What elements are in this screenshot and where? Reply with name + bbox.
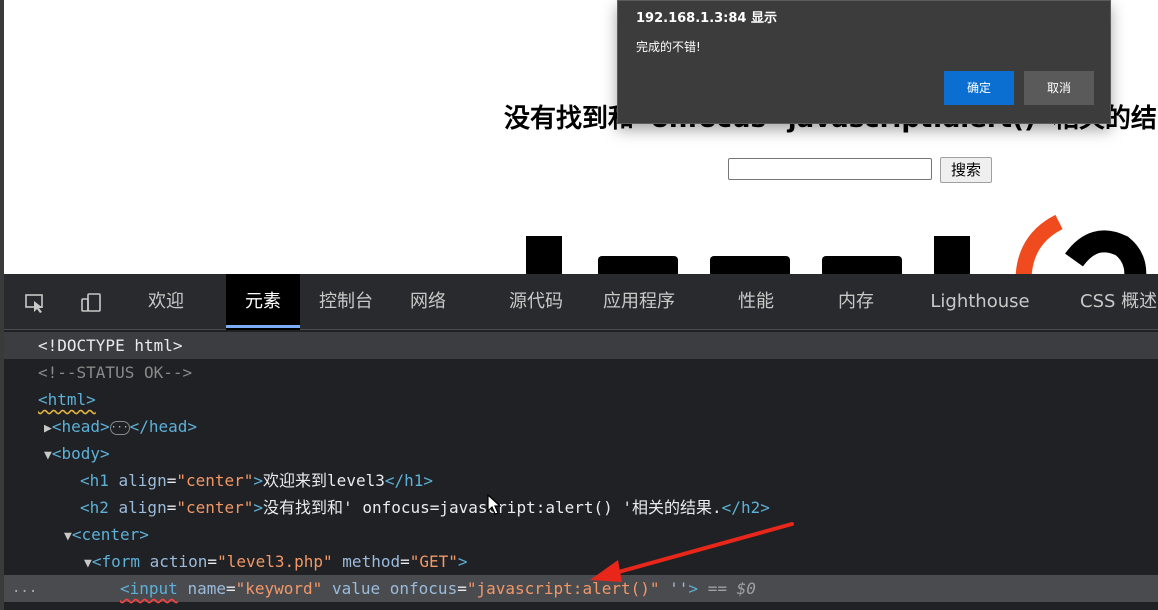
dom-node-next-partial [4, 602, 1158, 610]
dom-node-h1[interactable]: <h1 align="center">欢迎来到level3</h1> [4, 467, 1158, 494]
form-attr-method: method [342, 552, 401, 571]
form-attr-action: action [149, 552, 208, 571]
tab-network[interactable]: 网络 [398, 274, 458, 330]
alert-ok-button[interactable]: 确定 [944, 71, 1014, 105]
head-open-tag: <head> [51, 417, 110, 436]
h1-open: <h1 [80, 471, 119, 490]
h1-close: </h1> [384, 471, 434, 490]
alert-dialog: 192.168.1.3:84 显示 完成的不错! 确定 取消 [617, 0, 1111, 124]
collapsed-ellipsis-icon[interactable]: ··· [109, 420, 130, 435]
h1-attr-name: align [118, 471, 167, 490]
h2-attr-value: "center" [176, 498, 254, 517]
h1-text: 欢迎来到level3 [263, 471, 385, 490]
comment-text: <!--STATUS OK--> [38, 363, 193, 382]
head-close-tag: </head> [129, 417, 198, 436]
dom-node-html[interactable]: <html> [4, 386, 1158, 413]
input-attr-value: value [331, 579, 381, 598]
alert-title: 192.168.1.3:84 显示 [636, 11, 777, 26]
tab-css-overview[interactable]: CSS 概述 [1080, 274, 1158, 330]
h2-bracket: > [253, 498, 264, 517]
form-bracket: > [457, 552, 468, 571]
tab-lighthouse[interactable]: Lighthouse [924, 274, 1036, 330]
search-input[interactable] [728, 158, 932, 180]
doctype-text: <!DOCTYPE html> [38, 336, 183, 355]
form-method-value: "GET" [409, 552, 458, 571]
dom-node-comment[interactable]: <!--STATUS OK--> [4, 359, 1158, 386]
tab-console[interactable]: 控制台 [308, 274, 384, 330]
collapse-triangle-icon[interactable]: ▼ [4, 448, 52, 463]
device-toolbar-icon[interactable] [80, 292, 102, 314]
alert-message: 完成的不错! [636, 40, 701, 54]
h2-close: </h2> [721, 498, 770, 517]
tab-application[interactable]: 应用程序 [590, 274, 688, 330]
dom-node-head[interactable]: ▶<head>···</head> [4, 413, 1158, 440]
form-action-value: "level3.php" [217, 552, 333, 571]
body-tag: <body> [51, 444, 110, 463]
tab-welcome[interactable]: 欢迎 [130, 274, 202, 330]
h1-bracket: > [253, 471, 264, 490]
dom-node-doctype[interactable]: <!DOCTYPE html> [4, 332, 1158, 359]
input-attr-name: name [187, 579, 226, 598]
annotation-arrow-icon [590, 522, 794, 582]
collapse-triangle-icon[interactable]: ▼ [4, 556, 92, 571]
collapse-triangle-icon[interactable]: ▼ [4, 529, 72, 544]
tab-performance[interactable]: 性能 [726, 274, 786, 330]
alert-cancel-button[interactable]: 取消 [1024, 71, 1094, 105]
h1-attr-value: "center" [176, 471, 254, 490]
mouse-cursor-icon [487, 494, 502, 515]
level-logo-image [526, 214, 1147, 274]
search-button[interactable]: 搜索 [940, 157, 992, 183]
tab-memory[interactable]: 内存 [826, 274, 886, 330]
expand-triangle-icon[interactable]: ▶ [4, 421, 52, 436]
tab-elements[interactable]: 元素 [226, 274, 300, 330]
html-tag: <html> [38, 390, 96, 409]
dom-node-body[interactable]: ▼<body> [4, 440, 1158, 467]
dom-node-h2[interactable]: <h2 align="center">没有找到和' onfocus=javasc… [4, 494, 1158, 521]
form-open: <form [91, 552, 150, 571]
tab-sources[interactable]: 源代码 [498, 274, 574, 330]
input-open: <input [120, 579, 178, 598]
devtools-toolbar: 欢迎 元素 控制台 网络 源代码 应用程序 性能 内存 Lighthouse C… [4, 274, 1158, 330]
h2-open: <h2 [80, 498, 119, 517]
h2-attr-name: align [118, 498, 167, 517]
node-menu-ellipsis[interactable]: ... [12, 575, 37, 602]
inspect-element-icon[interactable] [24, 292, 46, 314]
input-name-value: "keyword" [235, 579, 323, 598]
center-tag: <center> [71, 525, 149, 544]
input-attr-onfocus: onfocus [389, 579, 458, 598]
